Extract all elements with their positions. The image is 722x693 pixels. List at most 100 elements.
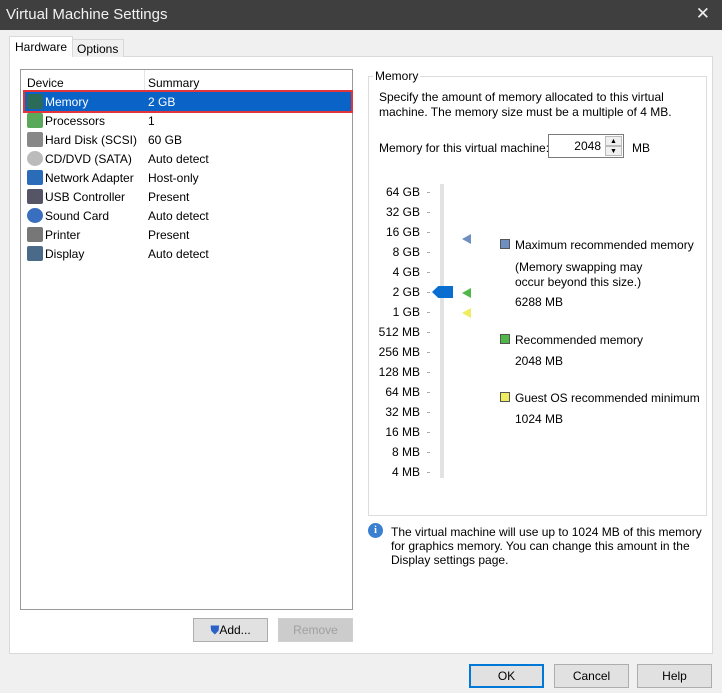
column-header-device[interactable]: Device [27,76,64,90]
slider-tick-mark [427,332,430,333]
hard-disk-icon [27,132,43,147]
device-summary: Auto detect [148,209,209,223]
max-recommended-note-2: occur beyond this size.) [515,275,642,289]
info-text-2: for graphics memory. You can change this… [391,539,690,553]
cancel-button[interactable]: Cancel [554,664,629,688]
slider-tick-label: 8 MB [391,445,420,459]
slider-tick-mark [427,372,430,373]
device-name: Processors [45,114,106,128]
slider-tick-mark [427,452,430,453]
device-name: Hard Disk (SCSI) [45,133,138,147]
guest-minimum-marker-icon [462,308,471,318]
close-icon[interactable]: ✕ [696,4,710,24]
help-button[interactable]: Help [637,664,712,688]
device-row[interactable]: Display Auto detect [25,244,351,263]
device-summary: Present [148,228,190,242]
memory-icon [27,94,43,109]
slider-tick-mark [427,412,430,413]
window-title: Virtual Machine Settings [6,6,168,23]
ok-button[interactable]: OK [469,664,544,688]
device-row[interactable]: Network Adapter Host-only [25,168,351,187]
device-row[interactable]: Memory 2 GB [23,90,353,113]
slider-tick-mark [427,472,430,473]
memory-input[interactable]: 2048 ▲ ▼ [548,134,624,158]
tab-options[interactable]: Options [71,39,125,57]
column-divider[interactable] [144,70,145,92]
device-name: Memory [45,95,89,109]
max-recommended-value: 6288 MB [515,295,564,309]
max-recommended-note: (Memory swapping may [515,260,643,274]
guest-minimum-label: Guest OS recommended minimum [515,391,700,405]
column-header-summary[interactable]: Summary [148,76,199,90]
slider-tick-mark [427,392,430,393]
info-text-3: Display settings page. [391,553,509,567]
usb-icon [27,189,43,204]
spin-down-icon[interactable]: ▼ [605,146,622,156]
device-list[interactable]: Device Summary Memory 2 GB Processors 1 Hard… [20,69,353,610]
recommended-swatch [500,334,510,344]
slider-tick-label: 16 MB [385,425,420,439]
slider-tick-mark [427,352,430,353]
slider-tick-label: 2 GB [392,285,420,299]
slider-tick-label: 16 GB [385,225,420,239]
add-button[interactable]: ⛊Add... [193,618,268,642]
slider-tick-label: 1 GB [392,305,420,319]
slider-tick-mark [427,192,430,193]
cd-dvd-icon [27,151,43,166]
slider-track[interactable] [440,184,444,478]
spin-up-icon[interactable]: ▲ [605,136,622,146]
device-name: Sound Card [45,209,110,223]
slider-tick-label: 512 MB [378,325,420,339]
guest-minimum-swatch [500,392,510,402]
slider-tick-mark [427,272,430,273]
device-name: Printer [45,228,81,242]
slider-tick-mark [427,232,430,233]
slider-thumb[interactable] [432,286,453,298]
memory-field-label: Memory for this virtual machine: [379,141,550,155]
device-name: USB Controller [45,190,126,204]
recommended-label: Recommended memory [515,333,644,347]
device-row[interactable]: Sound Card Auto detect [25,206,351,225]
info-text: The virtual machine will use up to 1024 … [391,525,702,539]
device-name: Display [45,247,85,261]
device-row[interactable]: Hard Disk (SCSI) 60 GB [25,130,351,149]
max-recommended-swatch [500,239,510,249]
slider-tick-label: 4 MB [391,465,420,479]
add-button-label: Add... [219,623,251,637]
slider-tick-label: 256 MB [378,345,420,359]
slider-tick-label: 128 MB [378,365,420,379]
remove-button[interactable]: Remove [278,618,353,642]
device-summary: 1 [148,114,155,128]
slider-tick-label: 32 GB [385,205,420,219]
sound-icon [27,208,43,223]
recommended-value: 2048 MB [515,354,564,368]
max-recommended-label: Maximum recommended memory [515,238,694,252]
title-bar: Virtual Machine Settings ✕ [0,0,722,30]
memory-description-2: machine. The memory size must be a multi… [379,105,672,119]
device-summary: Auto detect [148,152,209,166]
device-summary: 60 GB [148,133,183,147]
display-icon [27,246,43,261]
device-name: CD/DVD (SATA) [45,152,132,166]
guest-minimum-value: 1024 MB [515,412,564,426]
memory-group-title: Memory [373,69,421,83]
slider-tick-mark [427,432,430,433]
slider-tick-mark [427,312,430,313]
tab-hardware[interactable]: Hardware [9,36,74,57]
device-summary: Present [148,190,190,204]
shield-icon: ⛊ [210,623,220,637]
slider-tick-label: 32 MB [385,405,420,419]
slider-tick-label: 4 GB [392,265,420,279]
memory-value[interactable]: 2048 [574,139,601,153]
device-row[interactable]: Printer Present [25,225,351,244]
memory-slider[interactable]: 64 GB 32 GB 16 GB 8 GB 4 GB 2 GB 1 GB 512 MB 256… [360,180,480,485]
printer-icon [27,227,43,242]
slider-tick-label: 64 GB [385,185,420,199]
device-row[interactable]: CD/DVD (SATA) Auto detect [25,149,351,168]
memory-unit: MB [632,141,650,155]
slider-tick-label: 8 GB [392,245,420,259]
device-row[interactable]: Processors 1 [25,111,351,130]
device-row[interactable]: USB Controller Present [25,187,351,206]
slider-tick-mark [427,292,430,293]
device-summary: Host-only [148,171,199,185]
